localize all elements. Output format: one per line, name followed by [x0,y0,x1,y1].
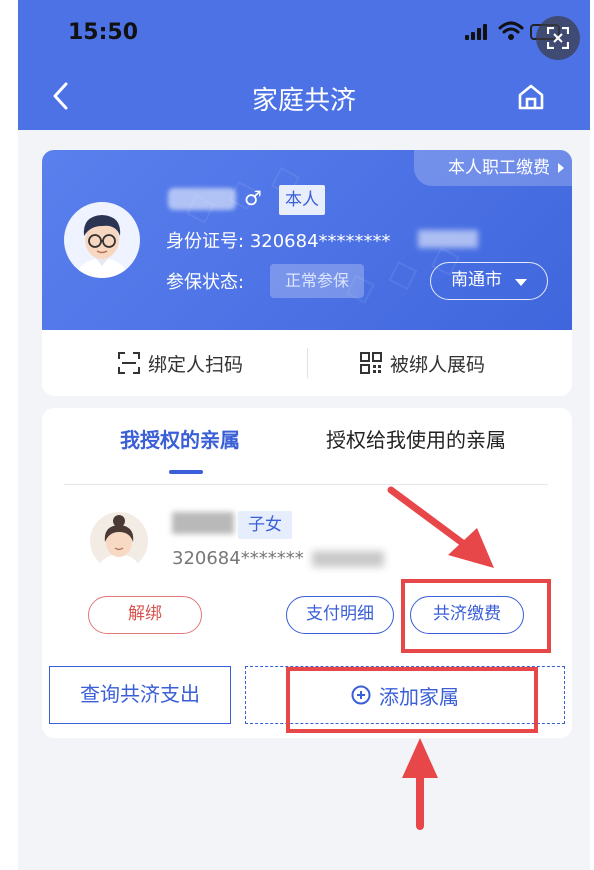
annotation-arrow [387,486,494,830]
app-frame: 15:50 家庭共济 ◇ ◇ ◇ ◇ ◇ ◇ 本人职工缴费 ♂ 本人 身份证号:… [18,0,590,870]
